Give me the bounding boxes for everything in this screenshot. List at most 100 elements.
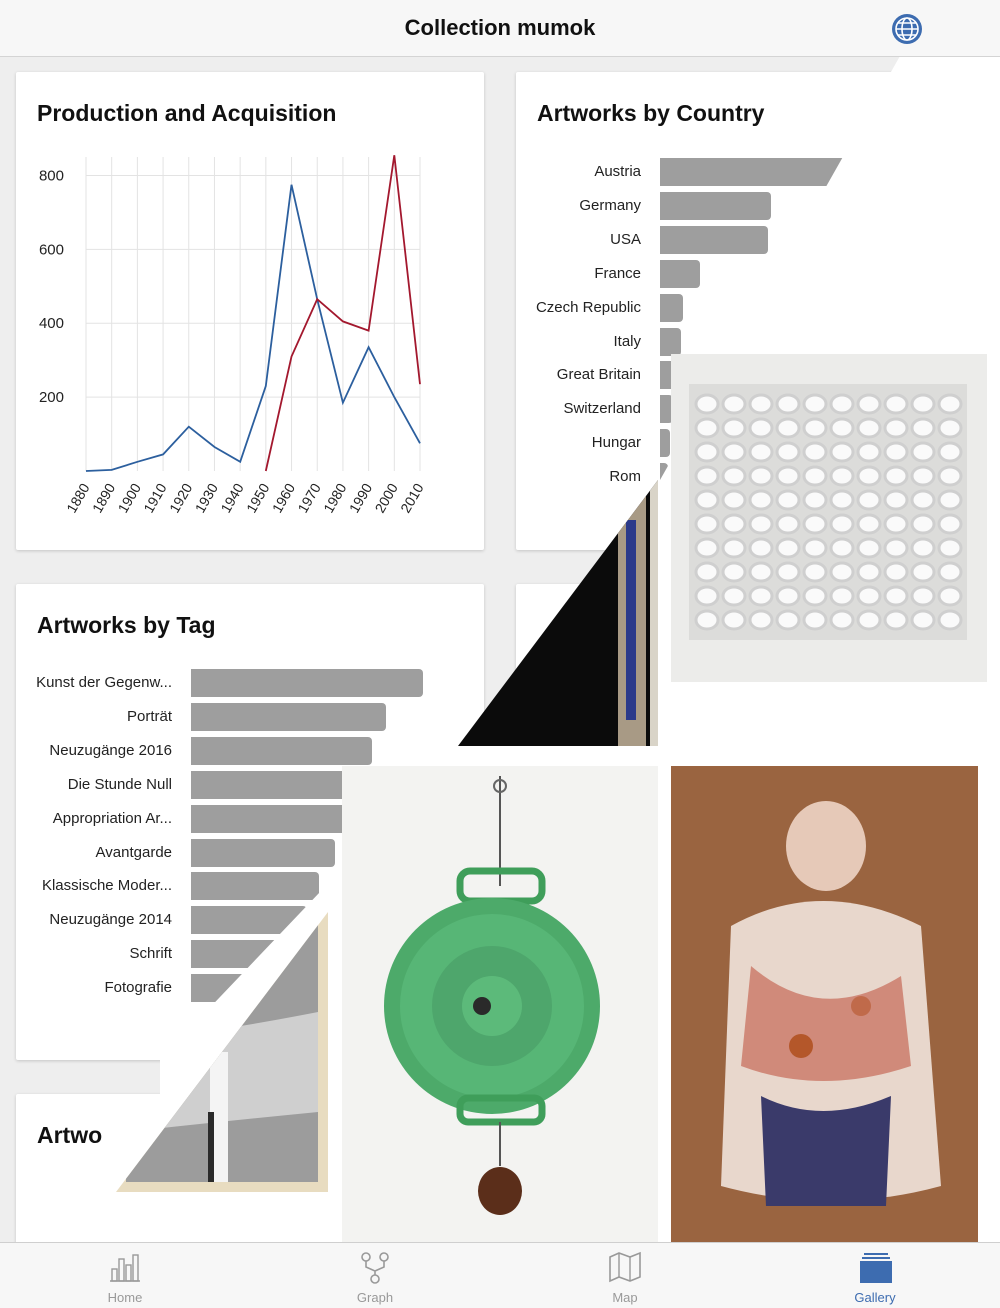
spiral-ring: [802, 465, 828, 487]
spiral-ring: [775, 441, 801, 463]
spiral-ring: [694, 489, 720, 511]
production-acquisition-card[interactable]: Production and Acquisition 200 400 600 800 1…: [16, 72, 484, 550]
x-tick-label: 1900: [115, 480, 145, 515]
spiral-ring: [775, 393, 801, 415]
artwork-white-spirals-image[interactable]: [671, 354, 987, 682]
bar: [660, 429, 670, 458]
bar-row[interactable]: Germany: [516, 191, 862, 220]
spiral-ring: [856, 393, 882, 415]
spiral-ring: [775, 609, 801, 631]
bar-row[interactable]: Porträt: [16, 702, 433, 731]
spiral-ring: [721, 585, 747, 607]
spiral-ring: [910, 609, 936, 631]
bar: [191, 906, 307, 935]
spiral-ring: [829, 561, 855, 583]
bar: [191, 669, 423, 697]
spiral-ring: [694, 609, 720, 631]
spiral-ring: [748, 513, 774, 535]
bar-label: USA: [610, 230, 641, 248]
spiral-ring: [802, 609, 828, 631]
spiral-ring: [883, 489, 909, 511]
spiral-ring: [883, 417, 909, 439]
bar-label: Porträt: [126, 707, 172, 725]
x-tick-label: 1910: [140, 480, 170, 515]
spiral-ring: [856, 441, 882, 463]
bar-row[interactable]: Czech Republic: [516, 293, 862, 322]
spiral-ring: [829, 489, 855, 511]
bar-row[interactable]: Italy: [516, 327, 862, 356]
bar: [660, 463, 668, 492]
spiral-ring: [694, 393, 720, 415]
spiral-ring: [775, 417, 801, 439]
spiral-ring: [775, 561, 801, 583]
y-tick-label: 800: [39, 167, 64, 184]
bar-row[interactable]: Kunst der Gegenw...: [16, 669, 433, 697]
graph-icon: [361, 1252, 389, 1284]
spiral-ring: [748, 585, 774, 607]
bar: [191, 940, 296, 969]
bar: [191, 872, 319, 901]
bar-label: Great Britain: [556, 366, 641, 384]
spiral-ring: [937, 561, 963, 583]
spiral-ring: [883, 393, 909, 415]
spiral-ring: [829, 513, 855, 535]
artwork-green-colander-image[interactable]: [342, 766, 658, 1242]
spiral-ring: [829, 585, 855, 607]
spiral-ring: [910, 537, 936, 559]
globe-icon[interactable]: [890, 12, 924, 46]
spiral-ring: [775, 465, 801, 487]
spiral-ring: [802, 561, 828, 583]
bar: [191, 838, 335, 867]
navigation-bar: Collection mumok: [0, 0, 1000, 57]
tab-map[interactable]: Map: [500, 1243, 750, 1308]
spiral-ring: [937, 513, 963, 535]
spiral-ring: [802, 537, 828, 559]
gallery-icon: [860, 1253, 892, 1283]
bar: [660, 259, 701, 288]
spiral-ring: [910, 513, 936, 535]
tab-gallery[interactable]: Gallery: [750, 1243, 1000, 1308]
x-tick-label: 1980: [320, 480, 350, 515]
spiral-ring: [802, 441, 828, 463]
y-tick-label: 200: [39, 389, 64, 406]
tab-home[interactable]: Home: [0, 1243, 250, 1308]
x-tick-label: 2010: [397, 480, 427, 515]
bar: [660, 225, 768, 254]
bar-label: Kunst der Gegenw...: [36, 674, 172, 691]
spiral-ring: [721, 489, 747, 511]
spiral-ring: [883, 609, 909, 631]
bar-row[interactable]: USA: [516, 225, 862, 254]
x-tick-label: 1930: [192, 480, 222, 515]
spiral-ring: [748, 537, 774, 559]
tab-label: Graph: [356, 1290, 394, 1305]
bar: [660, 293, 684, 322]
spiral-ring: [694, 513, 720, 535]
bar-row[interactable]: France: [516, 259, 862, 288]
spiral-ring: [748, 441, 774, 463]
y-tick-label: 400: [39, 315, 64, 332]
spiral-ring: [748, 393, 774, 415]
card-title: Artwo: [37, 1122, 103, 1148]
bar-row[interactable]: Neuzugänge 2016: [16, 736, 433, 765]
bar-label: Italy: [613, 332, 641, 350]
spiral-ring: [937, 609, 963, 631]
spiral-ring: [856, 537, 882, 559]
spiral-ring: [802, 417, 828, 439]
spiral-ring: [694, 465, 720, 487]
production-acquisition-chart: 200 400 600 800 1880189019001910192019301940…: [39, 155, 427, 515]
map-icon: [609, 1251, 641, 1283]
tab-label: Map: [612, 1290, 638, 1305]
spiral-ring: [910, 465, 936, 487]
bar-label: Schrift: [129, 945, 172, 963]
bar-label: Die Stunde Null: [67, 775, 172, 793]
artwork-cloth-figure-image[interactable]: [671, 766, 978, 1242]
spiral-ring: [829, 609, 855, 631]
x-tick-label: 1940: [217, 480, 247, 515]
bar-label: France: [594, 264, 641, 282]
tab-graph[interactable]: Graph: [250, 1243, 500, 1308]
spiral-ring: [883, 465, 909, 487]
bar-row[interactable]: Austria: [516, 158, 862, 186]
spiral-ring: [721, 417, 747, 439]
spiral-ring: [721, 465, 747, 487]
bar: [191, 770, 365, 799]
